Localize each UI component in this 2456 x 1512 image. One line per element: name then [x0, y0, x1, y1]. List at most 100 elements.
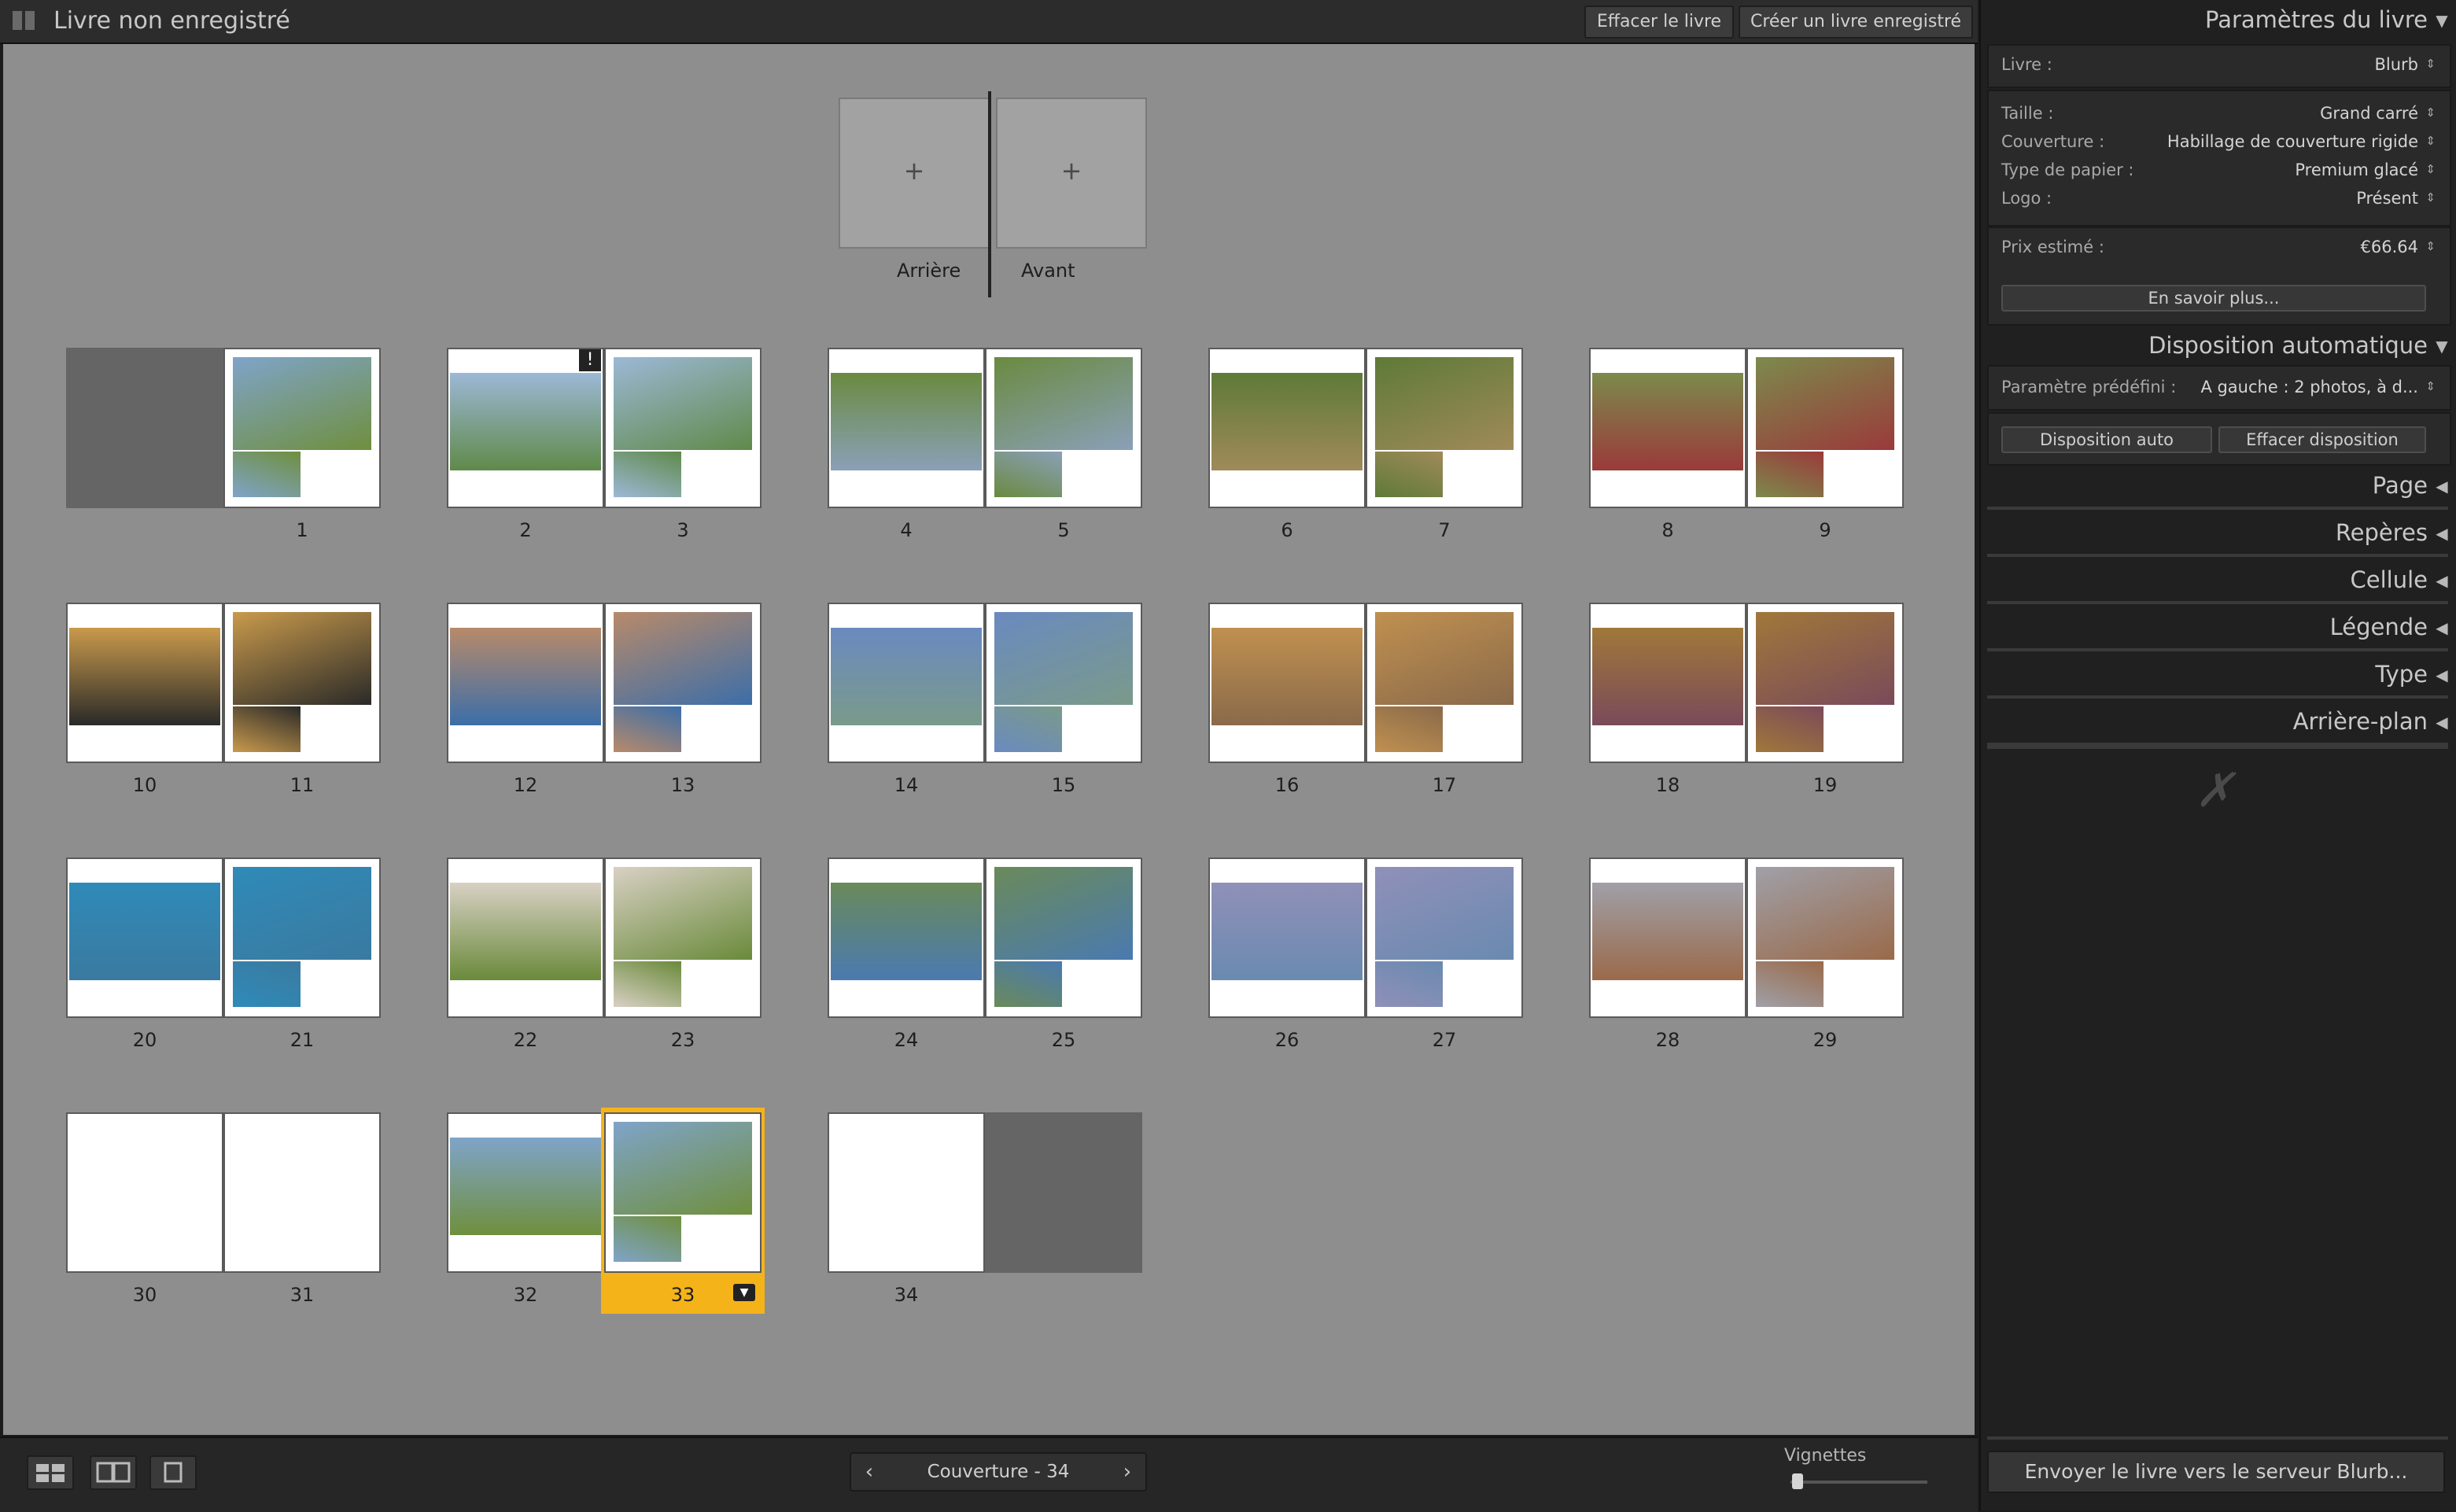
section-caption[interactable]: Légende [2330, 614, 2428, 640]
book-page[interactable] [604, 603, 762, 763]
page-photo[interactable] [994, 357, 1133, 450]
expand-triangle-icon[interactable]: ◀ [2431, 571, 2453, 590]
logo-select[interactable]: Présent [2356, 189, 2418, 208]
book-page[interactable] [447, 348, 604, 508]
page-photo[interactable] [233, 961, 301, 1007]
collapse-triangle-icon[interactable]: ▼ [2431, 11, 2453, 30]
book-page[interactable] [1589, 348, 1746, 508]
section-type[interactable]: Type [2375, 661, 2428, 688]
page-photo[interactable] [1592, 883, 1743, 980]
expand-triangle-icon[interactable]: ◀ [2431, 618, 2453, 637]
page-photo[interactable] [994, 961, 1062, 1007]
expand-triangle-icon[interactable]: ◀ [2431, 477, 2453, 496]
page-photo[interactable] [994, 867, 1133, 960]
thumbnail-size-handle[interactable] [1792, 1473, 1803, 1489]
spread-view-icon[interactable] [90, 1455, 137, 1490]
section-guides[interactable]: Repères [2336, 519, 2428, 546]
page-photo[interactable] [1211, 883, 1363, 980]
book-page[interactable] [1589, 603, 1746, 763]
cover-back-slot[interactable]: + [839, 98, 990, 249]
section-cell[interactable]: Cellule [2351, 566, 2428, 593]
book-page[interactable] [604, 348, 762, 508]
book-page[interactable] [828, 857, 985, 1018]
single-page-view-icon[interactable] [149, 1455, 197, 1490]
book-page[interactable] [828, 1112, 985, 1273]
page-photo[interactable] [614, 357, 752, 450]
thumbnail-size-slider[interactable] [1790, 1481, 1927, 1484]
book-page[interactable] [828, 348, 985, 508]
book-page[interactable] [1746, 857, 1904, 1018]
book-page[interactable] [1589, 857, 1746, 1018]
book-page[interactable] [1208, 857, 1366, 1018]
send-to-blurb-button[interactable]: Envoyer le livre vers le serveur Blurb..… [1987, 1451, 2445, 1493]
book-page[interactable] [985, 857, 1142, 1018]
panel-toggle-icon[interactable] [13, 11, 36, 30]
auto-layout-header[interactable]: Disposition automatique [2148, 332, 2428, 359]
page-photo[interactable] [1211, 628, 1363, 725]
page-photo[interactable] [233, 706, 301, 752]
page-photo[interactable] [69, 1138, 220, 1235]
preset-select[interactable]: A gauche : 2 photos, à d... [2200, 378, 2418, 396]
book-page[interactable] [1746, 603, 1904, 763]
book-page[interactable] [447, 857, 604, 1018]
page-photo[interactable] [233, 1216, 301, 1262]
page-photo[interactable] [994, 452, 1062, 497]
page-photo[interactable] [1375, 357, 1514, 450]
page-photo[interactable] [1375, 706, 1443, 752]
chevron-right-icon[interactable]: › [1109, 1454, 1145, 1490]
page-photo[interactable] [614, 1216, 681, 1262]
page-photo[interactable] [233, 357, 371, 450]
page-photo[interactable] [1375, 867, 1514, 960]
page-photo[interactable] [1756, 357, 1894, 450]
page-photo[interactable] [614, 961, 681, 1007]
clear-book-button[interactable]: Effacer le livre [1584, 6, 1734, 39]
create-saved-book-button[interactable]: Créer un livre enregistré [1739, 6, 1973, 39]
page-photo[interactable] [614, 1122, 752, 1215]
cover-type-select[interactable]: Habillage de couverture rigide [2167, 132, 2418, 151]
section-background[interactable]: Arrière-plan [2293, 708, 2428, 735]
book-page[interactable] [223, 603, 381, 763]
page-photo[interactable] [450, 628, 601, 725]
expand-triangle-icon[interactable]: ◀ [2431, 524, 2453, 543]
page-photo[interactable] [233, 867, 371, 960]
page-photo[interactable] [614, 452, 681, 497]
warning-icon[interactable]: ! [579, 349, 601, 371]
page-photo[interactable] [450, 883, 601, 980]
page-photo[interactable] [831, 628, 982, 725]
book-page[interactable] [604, 1112, 762, 1273]
clear-layout-button[interactable]: Effacer disposition [2218, 426, 2426, 453]
book-page[interactable] [66, 857, 223, 1018]
page-photo[interactable] [1756, 867, 1894, 960]
page-photo[interactable] [233, 1122, 371, 1215]
page-photo[interactable] [1375, 452, 1443, 497]
book-page[interactable] [1366, 857, 1523, 1018]
page-photo[interactable] [450, 373, 601, 470]
book-page[interactable] [223, 857, 381, 1018]
page-photo[interactable] [614, 612, 752, 705]
book-page[interactable] [223, 348, 381, 508]
page-menu-icon[interactable]: ▼ [733, 1284, 755, 1301]
book-select[interactable]: Blurb [2374, 55, 2418, 74]
page-photo[interactable] [1756, 706, 1824, 752]
book-page[interactable] [1746, 348, 1904, 508]
page-photo[interactable] [1756, 961, 1824, 1007]
auto-layout-button[interactable]: Disposition auto [2001, 426, 2212, 453]
page-photo[interactable] [831, 883, 982, 980]
cover-front-slot[interactable]: + [996, 98, 1147, 249]
size-select[interactable]: Grand carré [2320, 104, 2418, 123]
expand-triangle-icon[interactable]: ◀ [2431, 713, 2453, 732]
page-photo[interactable] [69, 628, 220, 725]
page-photo[interactable] [614, 706, 681, 752]
page-photo[interactable] [1592, 628, 1743, 725]
page-photo[interactable] [994, 612, 1133, 705]
collapse-triangle-icon[interactable]: ▼ [2431, 337, 2453, 356]
book-page[interactable] [1366, 348, 1523, 508]
book-page[interactable] [223, 1112, 381, 1273]
book-page[interactable] [447, 603, 604, 763]
page-photo[interactable] [1592, 373, 1743, 470]
page-photo[interactable] [450, 1138, 601, 1235]
book-page[interactable] [66, 603, 223, 763]
book-page[interactable] [985, 348, 1142, 508]
paper-select[interactable]: Premium glacé [2295, 160, 2418, 179]
book-page[interactable] [1208, 348, 1366, 508]
